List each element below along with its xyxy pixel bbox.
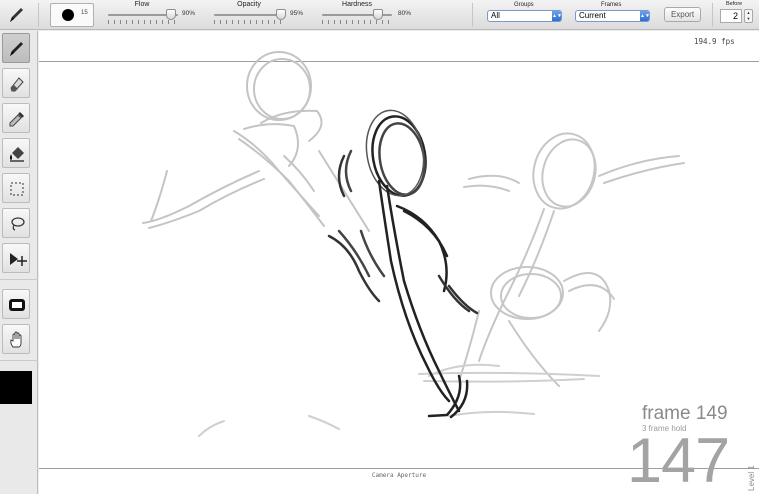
flow-value: 90% xyxy=(182,10,196,17)
frames-label: Frames xyxy=(601,2,622,8)
marquee-select-icon xyxy=(10,182,24,196)
toolbar-separator xyxy=(712,3,713,27)
hand-icon xyxy=(10,331,22,348)
opacity-label: Opacity xyxy=(237,1,261,8)
brush-size-control[interactable]: 15 xyxy=(50,3,94,27)
fps-readout: 194.9 fps xyxy=(694,37,735,46)
before-onion-skin-field[interactable]: 2 xyxy=(720,9,742,23)
move-arrow-icon xyxy=(10,253,27,266)
rect-select-tool[interactable] xyxy=(2,173,30,203)
paint-bucket-icon xyxy=(10,147,24,162)
eraser-tool[interactable] xyxy=(2,68,30,98)
groups-selected-value: All xyxy=(491,11,500,20)
toolbar-separator xyxy=(472,3,473,27)
flow-thumb[interactable] xyxy=(166,9,176,20)
ground-strokes xyxy=(198,363,600,437)
toolbar-separator xyxy=(38,3,39,27)
select-arrows-icon: ▲▼ xyxy=(552,11,562,21)
tool-separator xyxy=(0,279,38,280)
opacity-thumb[interactable] xyxy=(275,9,286,20)
before-label: Before xyxy=(726,1,743,7)
frame-number-display: 147 xyxy=(627,426,730,494)
frames-selected-value: Current xyxy=(579,11,606,20)
opacity-value: 95% xyxy=(290,10,304,17)
hardness-thumb[interactable] xyxy=(373,9,383,20)
tool-separator xyxy=(0,360,38,361)
pencil-icon xyxy=(10,42,23,56)
groups-select[interactable]: All ▲▼ xyxy=(487,10,562,22)
brush-preview-dot xyxy=(62,9,74,21)
eyedropper-icon xyxy=(9,112,24,127)
opacity-track[interactable] xyxy=(214,14,284,16)
frame-label: frame 149 xyxy=(642,403,728,424)
camera-tool[interactable] xyxy=(2,289,30,319)
brush-tool[interactable] xyxy=(2,33,30,63)
onion-skin-ghost-left xyxy=(142,51,370,232)
lasso-icon xyxy=(11,217,25,231)
top-toolbar: 15 Flow 90% Opacity 95% Hardness 80% Gro… xyxy=(0,0,759,30)
before-stepper[interactable]: ▲ ▼ xyxy=(744,9,753,23)
hardness-value: 80% xyxy=(398,10,412,17)
level-label: Level 1 xyxy=(747,465,756,491)
brush-size-value: 15 xyxy=(81,10,88,16)
eraser-icon xyxy=(10,77,24,92)
lasso-tool[interactable] xyxy=(2,208,30,238)
hardness-label: Hardness xyxy=(342,1,372,8)
tool-sidebar xyxy=(0,31,38,494)
move-tool[interactable] xyxy=(2,243,30,273)
hand-tool[interactable] xyxy=(2,324,30,354)
current-color-swatch[interactable] xyxy=(0,371,32,404)
eyedropper-tool[interactable] xyxy=(2,103,30,133)
opacity-slider[interactable]: Opacity 95% xyxy=(210,0,308,30)
hardness-slider[interactable]: Hardness 80% xyxy=(318,0,416,30)
drawing-canvas[interactable]: 194.9 fps Camera Aperture frame 149 3 fr… xyxy=(39,31,759,494)
brush-icon[interactable] xyxy=(6,5,26,25)
flow-ticks xyxy=(108,20,178,24)
flow-label: Flow xyxy=(134,1,150,8)
export-button[interactable]: Export xyxy=(664,7,701,22)
groups-label: Groups xyxy=(514,2,534,8)
onion-skin-ghost-right xyxy=(458,132,685,387)
main-figure xyxy=(327,109,479,419)
frames-select[interactable]: Current ▲▼ xyxy=(575,10,650,22)
camera-frame-icon xyxy=(9,299,25,311)
hardness-ticks xyxy=(322,20,392,24)
flow-slider[interactable]: Flow 90% xyxy=(104,0,200,30)
app-window: 15 Flow 90% Opacity 95% Hardness 80% Gro… xyxy=(0,0,759,494)
opacity-ticks xyxy=(214,20,284,24)
fill-tool[interactable] xyxy=(2,138,30,168)
select-arrows-icon: ▲▼ xyxy=(640,11,650,21)
